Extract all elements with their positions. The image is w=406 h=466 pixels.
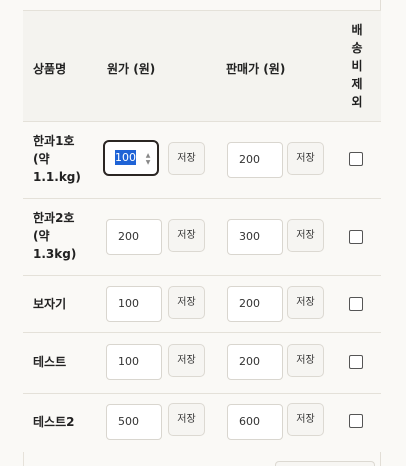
exclude-shipping-checkbox[interactable] <box>349 414 363 428</box>
save-sale-price-button[interactable]: 저장 <box>287 286 324 319</box>
sale-price-input[interactable]: 200 <box>227 344 283 380</box>
save-sale-price-button[interactable]: 저장 <box>287 142 324 175</box>
table-header: 상품명 원가 (원) 판매가 (원) 배송비제외 <box>23 10 381 122</box>
save-original-price-button[interactable]: 저장 <box>168 286 205 319</box>
save-original-price-button[interactable]: 저장 <box>168 142 205 175</box>
product-name: 테스트2 <box>33 415 75 429</box>
product-price-table: 상품명 원가 (원) 판매가 (원) 배송비제외 한과1호 (약 1.1.kg)… <box>23 10 381 452</box>
stepper-icon[interactable]: ▲ ▼ <box>144 152 152 166</box>
sale-price-input[interactable]: 600 <box>227 404 283 440</box>
product-name: 한과2호 (약 1.3kg) <box>33 211 77 261</box>
product-name: 보자기 <box>33 297 67 311</box>
header-sale-price: 판매가 (원) <box>226 62 286 76</box>
save-original-price-button[interactable]: 저장 <box>168 403 205 436</box>
selected-text: 100 <box>115 150 136 165</box>
original-price-input[interactable]: 500 <box>106 404 162 440</box>
header-original-price: 원가 (원) <box>107 62 156 76</box>
exclude-shipping-checkbox[interactable] <box>349 355 363 369</box>
partial-bottom-element <box>275 461 375 466</box>
exclude-shipping-checkbox[interactable] <box>349 297 363 311</box>
exclude-shipping-checkbox[interactable] <box>349 230 363 244</box>
sale-price-input[interactable]: 200 <box>227 142 283 178</box>
save-sale-price-button[interactable]: 저장 <box>287 344 324 377</box>
sale-price-input[interactable]: 200 <box>227 286 283 322</box>
table-row: 테스트2 500 저장 600 저장 <box>23 394 381 452</box>
sale-price-input[interactable]: 300 <box>227 219 283 255</box>
save-sale-price-button[interactable]: 저장 <box>287 403 324 436</box>
original-price-input[interactable]: 100 <box>106 344 162 380</box>
product-name: 한과1호 (약 1.1.kg) <box>33 134 81 184</box>
original-price-input[interactable]: 100 <box>106 286 162 322</box>
table-row: 한과2호 (약 1.3kg) 200 저장 300 저장 <box>23 199 381 276</box>
header-product-name: 상품명 <box>33 62 67 76</box>
header-exclude-shipping: 배송비제외 <box>351 23 363 109</box>
product-name: 테스트 <box>33 355 67 369</box>
table-row: 테스트 100 저장 200 저장 <box>23 333 381 394</box>
exclude-shipping-checkbox[interactable] <box>349 152 363 166</box>
original-price-input[interactable]: 100 ▲ ▼ <box>103 140 159 176</box>
table-row: 보자기 100 저장 200 저장 <box>23 276 381 333</box>
save-sale-price-button[interactable]: 저장 <box>287 219 324 252</box>
table-row: 한과1호 (약 1.1.kg) 100 ▲ ▼ 저장 200 저장 <box>23 122 381 199</box>
save-original-price-button[interactable]: 저장 <box>168 219 205 252</box>
save-original-price-button[interactable]: 저장 <box>168 344 205 377</box>
original-price-input[interactable]: 200 <box>106 219 162 255</box>
product-price-page: 상품명 원가 (원) 판매가 (원) 배송비제외 한과1호 (약 1.1.kg)… <box>0 0 406 466</box>
